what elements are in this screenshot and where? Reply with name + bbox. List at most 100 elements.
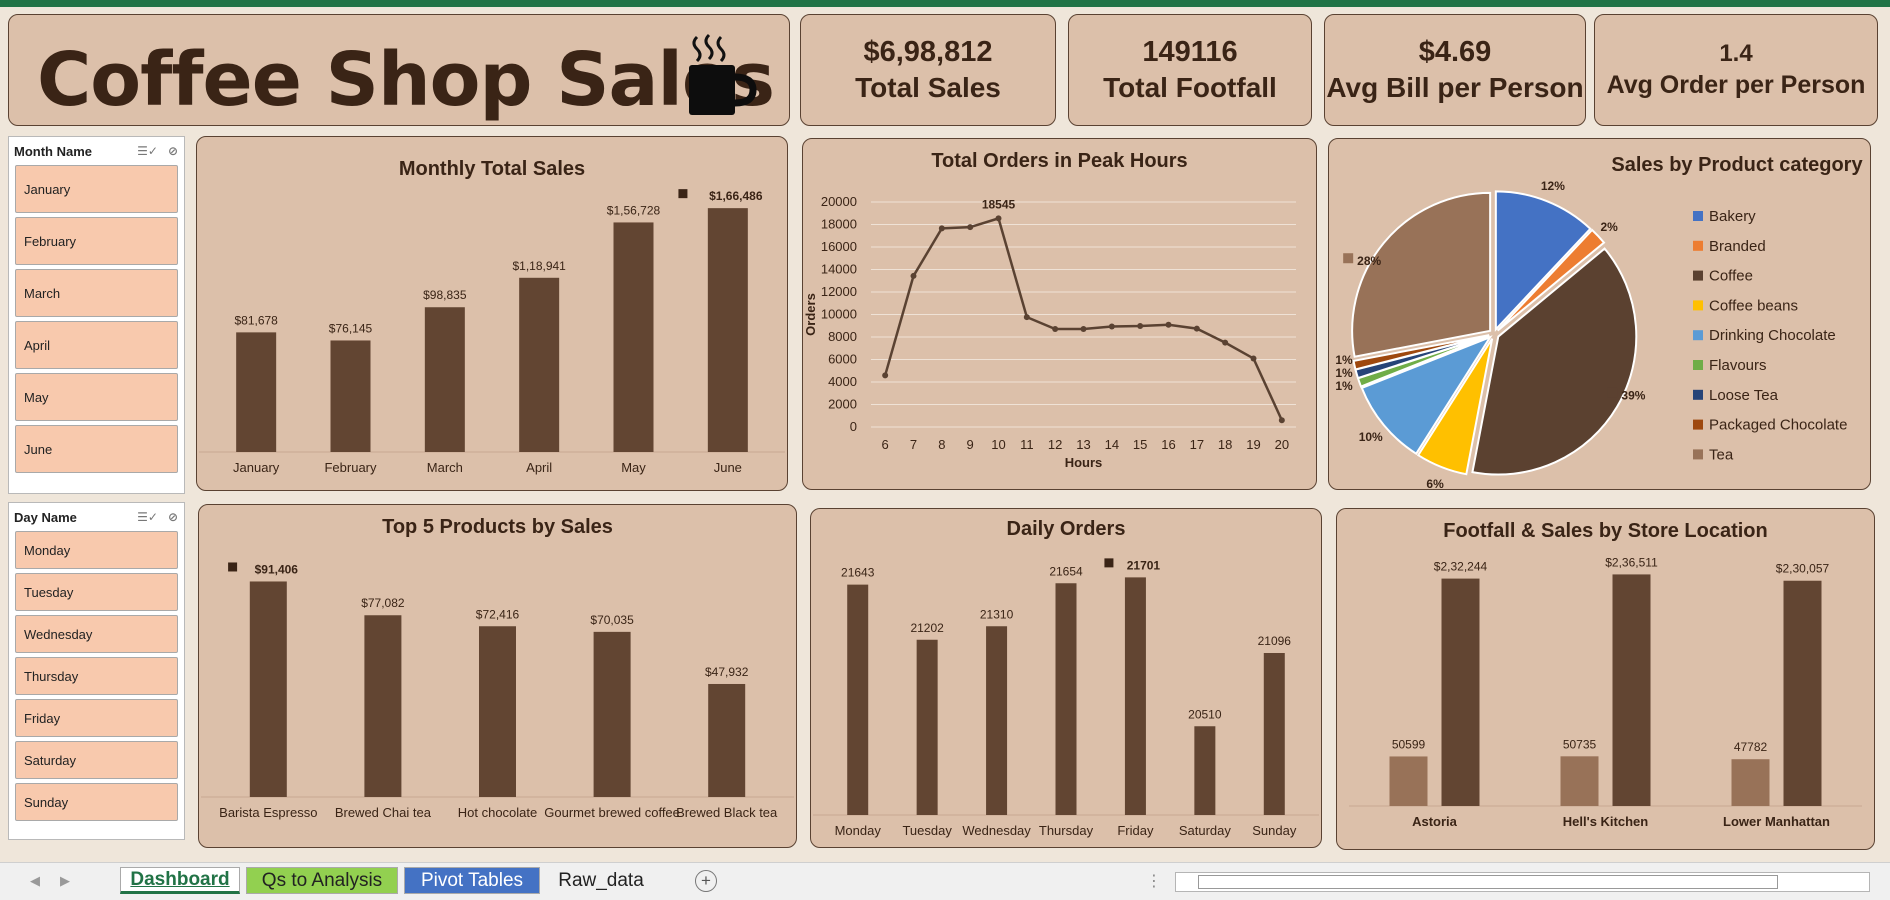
bar bbox=[847, 584, 869, 815]
data-point bbox=[1080, 325, 1087, 332]
data-point bbox=[1137, 322, 1144, 329]
bar bbox=[424, 307, 465, 452]
month-slicer[interactable]: Month Name ☰✓ ⊘ January February March April… bbox=[8, 136, 185, 494]
slicer-item-saturday[interactable]: Saturday bbox=[15, 741, 178, 779]
chart-svg: Daily Orders 21643 Monday 21202 Tuesday 21310… bbox=[813, 518, 1319, 838]
y-tick-label: 18000 bbox=[821, 217, 857, 232]
y-tick-label: 6000 bbox=[828, 352, 857, 367]
slice-label: 2% bbox=[1601, 220, 1619, 234]
x-tick-label: 16 bbox=[1161, 437, 1175, 452]
legend-swatch bbox=[1693, 240, 1703, 251]
data-label: $72,416 bbox=[476, 607, 520, 621]
next-sheet-icon[interactable]: ▶ bbox=[60, 873, 70, 889]
data-label: $2,36,511 bbox=[1605, 555, 1658, 569]
category-label: Thursday bbox=[1039, 823, 1094, 838]
tab-raw-data[interactable]: Raw_data bbox=[546, 867, 656, 894]
add-sheet-button[interactable]: + bbox=[695, 870, 717, 892]
more-options-icon[interactable]: ⋮ bbox=[1146, 871, 1162, 891]
legend-key-marker bbox=[228, 562, 238, 572]
slicer-item-march[interactable]: March bbox=[15, 269, 178, 317]
bar bbox=[593, 631, 631, 797]
slice-label: 39% bbox=[1621, 389, 1645, 403]
product-category-chart: Sales by Product category 12% 2% 39% 6% 10% 1%… bbox=[1328, 138, 1871, 490]
slicer-item-june[interactable]: June bbox=[15, 425, 178, 473]
bar bbox=[1441, 578, 1480, 806]
kpi-total-footfall: 149116 Total Footfall bbox=[1068, 14, 1312, 126]
legend-swatch bbox=[1693, 389, 1703, 400]
data-point bbox=[1193, 325, 1200, 332]
chart-svg: Monthly Total Sales $81,678 January $76,145… bbox=[199, 158, 785, 475]
kpi-value: $4.69 bbox=[1418, 36, 1492, 68]
category-label: June bbox=[714, 460, 742, 475]
multi-select-icon[interactable]: ☰✓ bbox=[137, 144, 158, 158]
chart-svg: Total Orders in Peak Hours 0 2000 4000 6000 8… bbox=[803, 150, 1296, 470]
x-tick-label: 15 bbox=[1133, 437, 1147, 452]
bar bbox=[1124, 577, 1146, 815]
category-label: Monday bbox=[835, 823, 882, 838]
y-tick-label: 10000 bbox=[821, 307, 857, 322]
tab-qs-to-analysis[interactable]: Qs to Analysis bbox=[246, 867, 398, 894]
pie-slice bbox=[1351, 191, 1492, 358]
legend-swatch bbox=[1693, 419, 1703, 430]
category-label: Saturday bbox=[1179, 823, 1232, 838]
y-tick-label: 12000 bbox=[821, 284, 857, 299]
bar bbox=[986, 626, 1008, 815]
dashboard-title-panel: Coffee Shop Sales bbox=[8, 14, 790, 126]
top-products-chart: Top 5 Products by Sales $91,406 Barista Es… bbox=[198, 504, 797, 848]
category-label: January bbox=[233, 460, 280, 475]
y-tick-label: 14000 bbox=[821, 262, 857, 277]
slicer-item-tuesday[interactable]: Tuesday bbox=[15, 573, 178, 611]
clear-filter-icon[interactable]: ⊘ bbox=[168, 144, 178, 158]
category-label: Sunday bbox=[1252, 823, 1297, 838]
slicer-item-april[interactable]: April bbox=[15, 321, 178, 369]
data-point bbox=[910, 272, 917, 279]
slice-label: 10% bbox=[1359, 430, 1383, 444]
page-title: Coffee Shop Sales bbox=[37, 37, 775, 123]
category-label: Brewed Black tea bbox=[676, 805, 778, 820]
slicer-item-thursday[interactable]: Thursday bbox=[15, 657, 178, 695]
multi-select-icon[interactable]: ☰✓ bbox=[137, 510, 158, 524]
slicer-item-monday[interactable]: Monday bbox=[15, 531, 178, 569]
x-tick-label: 12 bbox=[1048, 437, 1062, 452]
legend-label: Coffee beans bbox=[1709, 297, 1798, 314]
kpi-label: Avg Bill per Person bbox=[1326, 72, 1584, 103]
tab-pivot-tables[interactable]: Pivot Tables bbox=[404, 867, 540, 894]
bar bbox=[613, 222, 654, 452]
category-label: Hot chocolate bbox=[458, 805, 538, 820]
data-label: 50735 bbox=[1563, 737, 1597, 751]
horizontal-scrollbar[interactable] bbox=[1175, 872, 1870, 892]
bar bbox=[1263, 653, 1285, 815]
chart-svg: Sales by Product category 12% 2% 39% 6% 10% 1%… bbox=[1335, 154, 1863, 489]
data-point bbox=[967, 224, 974, 231]
series-line bbox=[883, 216, 1283, 421]
category-label: February bbox=[324, 460, 377, 475]
slicer-item-sunday[interactable]: Sunday bbox=[15, 783, 178, 821]
slicer-item-may[interactable]: May bbox=[15, 373, 178, 421]
slicer-item-friday[interactable]: Friday bbox=[15, 699, 178, 737]
data-label: $2,32,244 bbox=[1434, 560, 1488, 574]
kpi-label: Avg Order per Person bbox=[1606, 71, 1866, 99]
x-tick-label: 13 bbox=[1076, 437, 1090, 452]
kpi-total-sales: $6,98,812 Total Sales bbox=[800, 14, 1056, 126]
category-label: Wednesday bbox=[962, 823, 1031, 838]
clear-filter-icon[interactable]: ⊘ bbox=[168, 510, 178, 524]
legend-label: Branded bbox=[1709, 238, 1766, 255]
x-axis-title: Hours bbox=[1065, 455, 1103, 470]
bar bbox=[249, 581, 287, 797]
bar bbox=[519, 277, 560, 452]
tab-dashboard[interactable]: Dashboard bbox=[120, 867, 240, 894]
data-label: 21310 bbox=[980, 607, 1014, 621]
slicer-item-january[interactable]: January bbox=[15, 165, 178, 213]
day-slicer[interactable]: Day Name ☰✓ ⊘ Monday Tuesday Wednesday Thurs… bbox=[8, 502, 185, 840]
chart-svg: Footfall & Sales by Store Location 50599 $… bbox=[1349, 520, 1862, 829]
chart-svg: Top 5 Products by Sales $91,406 Barista Es… bbox=[201, 516, 794, 820]
slice-label: 28% bbox=[1357, 254, 1381, 268]
prev-sheet-icon[interactable]: ◀ bbox=[30, 873, 40, 889]
slice-label: 1% bbox=[1335, 366, 1353, 380]
data-label: 21202 bbox=[910, 621, 944, 635]
y-tick-label: 8000 bbox=[828, 329, 857, 344]
kpi-avg-order: 1.4 Avg Order per Person bbox=[1594, 14, 1878, 126]
slicer-item-february[interactable]: February bbox=[15, 217, 178, 265]
x-tick-label: 19 bbox=[1246, 437, 1260, 452]
slicer-item-wednesday[interactable]: Wednesday bbox=[15, 615, 178, 653]
